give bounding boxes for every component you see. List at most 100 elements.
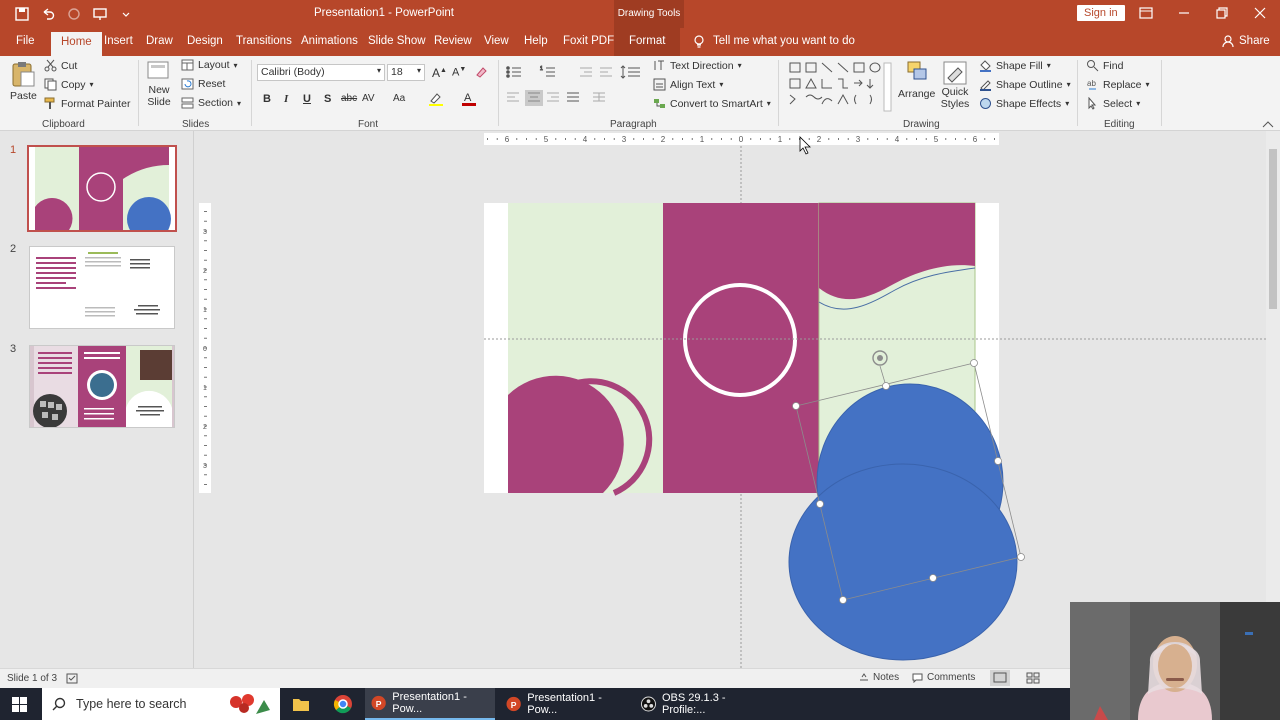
tab-format[interactable]: Format xyxy=(614,28,681,56)
sign-in-button[interactable]: Sign in xyxy=(1077,5,1125,21)
text-direction-button[interactable]: Text Direction ▾ xyxy=(653,59,742,72)
clear-formatting-button[interactable] xyxy=(474,65,488,79)
decrease-font-button[interactable]: A▼ xyxy=(452,66,466,79)
replace-button[interactable]: ab Replace ▾ xyxy=(1086,78,1150,91)
slide-thumbnail-2[interactable] xyxy=(29,246,175,329)
notes-icon xyxy=(860,672,868,680)
tab-foxit-pdf[interactable]: Foxit PDF xyxy=(563,35,614,47)
close-icon[interactable] xyxy=(1254,6,1266,20)
highlight-button[interactable] xyxy=(428,92,444,106)
blue-circle-front[interactable] xyxy=(788,463,1018,661)
left-green-panel[interactable] xyxy=(508,203,663,493)
tab-help[interactable]: Help xyxy=(524,35,548,47)
slide-thumbnail-1[interactable] xyxy=(27,145,177,232)
cut-label: Cut xyxy=(61,59,78,72)
reset-button[interactable]: Reset xyxy=(181,78,225,90)
drawing-group-label: Drawing xyxy=(903,119,940,130)
format-painter-button[interactable]: Format Painter xyxy=(44,97,130,110)
change-case-button[interactable]: Aa xyxy=(393,93,405,104)
right-green-panel[interactable] xyxy=(818,202,976,494)
copy-button[interactable]: Copy ▾ xyxy=(44,78,94,91)
vertical-scrollbar[interactable] xyxy=(1266,131,1280,668)
slide-sorter-icon[interactable] xyxy=(1026,672,1040,684)
spelling-check-icon[interactable] xyxy=(66,673,78,684)
select-button[interactable]: Select ▾ xyxy=(1086,97,1140,110)
find-button[interactable]: Find xyxy=(1086,59,1123,72)
comments-button[interactable]: Comments xyxy=(912,672,975,683)
font-name-combo[interactable]: Calibri (Body) ▾ xyxy=(257,64,385,81)
tab-insert[interactable]: Insert xyxy=(104,35,133,47)
shape-outline-button[interactable]: Shape Outline ▾ xyxy=(979,78,1071,91)
tab-file[interactable]: File xyxy=(16,35,35,47)
slide-background[interactable] xyxy=(484,203,999,493)
slide-thumbnail-3[interactable] xyxy=(29,345,175,428)
center-ring[interactable] xyxy=(683,283,797,397)
minimize-icon[interactable] xyxy=(1178,6,1190,20)
font-size-combo[interactable]: 18 ▾ xyxy=(387,64,425,81)
arrange-button[interactable]: Arrange xyxy=(898,60,935,100)
wave-line[interactable] xyxy=(818,267,976,310)
undo-icon[interactable] xyxy=(40,6,56,22)
increase-font-button[interactable]: A▲ xyxy=(432,66,447,80)
font-color-button[interactable]: A xyxy=(461,91,477,106)
rotation-handle-icon[interactable] xyxy=(872,350,888,366)
scrollbar-thumb[interactable] xyxy=(1269,149,1277,309)
shape-effects-button[interactable]: Shape Effects ▾ xyxy=(979,97,1069,110)
new-slide-button[interactable]: New Slide xyxy=(146,60,172,108)
align-text-button[interactable]: Align Text ▾ xyxy=(653,78,723,91)
share-button[interactable]: Share xyxy=(1222,35,1270,48)
normal-view-button[interactable] xyxy=(990,670,1010,686)
windows-start-icon[interactable] xyxy=(12,697,27,712)
tell-me-box[interactable]: Tell me what you want to do xyxy=(693,35,855,49)
left-arc-outline[interactable] xyxy=(566,378,653,496)
taskbar-search-box[interactable]: Type here to search xyxy=(42,688,280,720)
thumbnail-number: 1 xyxy=(10,144,17,156)
chevron-down-icon: ▾ xyxy=(737,61,742,70)
shapes-gallery[interactable] xyxy=(788,61,892,113)
layout-button[interactable]: Layout ▾ xyxy=(181,59,238,71)
tab-view[interactable]: View xyxy=(484,35,509,47)
tab-transitions[interactable]: Transitions xyxy=(236,35,292,47)
tab-review[interactable]: Review xyxy=(434,35,472,47)
convert-smartart-button[interactable]: Convert to SmartArt ▾ xyxy=(653,97,771,110)
tab-draw[interactable]: Draw xyxy=(146,35,173,47)
collapse-ribbon-icon[interactable] xyxy=(1262,120,1274,128)
text-shadow-button[interactable]: S xyxy=(324,93,331,105)
character-spacing-button[interactable]: AV xyxy=(362,93,375,104)
file-explorer-icon[interactable] xyxy=(292,696,310,712)
line-spacing-icon[interactable] xyxy=(620,64,642,80)
resize-handles[interactable] xyxy=(792,359,1025,604)
redo-icon[interactable] xyxy=(66,6,82,22)
strikethrough-button[interactable]: abc xyxy=(341,93,357,104)
tab-animations[interactable]: Animations xyxy=(301,35,358,47)
tab-home[interactable]: Home xyxy=(51,32,102,56)
blue-circle-back[interactable] xyxy=(816,383,1004,581)
center-magenta-panel[interactable] xyxy=(663,203,819,493)
shape-fill-button[interactable]: Shape Fill ▾ xyxy=(979,59,1051,72)
cut-button[interactable]: Cut xyxy=(44,59,77,72)
ribbon-display-options-icon[interactable] xyxy=(1139,6,1153,20)
taskbar-item-obs[interactable]: OBS 29.1.3 - Profile:... xyxy=(635,688,765,720)
tab-slide-show[interactable]: Slide Show xyxy=(368,35,426,47)
save-icon[interactable] xyxy=(14,6,30,22)
bold-button[interactable]: B xyxy=(263,93,271,105)
taskbar-item-powerpoint-2[interactable]: P Presentation1 - Pow... xyxy=(500,688,630,720)
flowers-icon xyxy=(230,694,270,714)
shape-effects-label: Shape Effects xyxy=(996,97,1062,110)
alignment-buttons-icon[interactable] xyxy=(505,90,625,106)
notes-button[interactable]: Notes xyxy=(859,672,899,683)
taskbar-item-powerpoint-1[interactable]: P Presentation1 - Pow... xyxy=(365,688,495,720)
italic-button[interactable]: I xyxy=(284,93,288,105)
underline-button[interactable]: U xyxy=(303,93,311,105)
chevron-down-icon: ▾ xyxy=(233,60,238,70)
presentation-icon[interactable] xyxy=(92,6,108,22)
chrome-icon[interactable] xyxy=(333,694,353,714)
section-button[interactable]: Section ▾ xyxy=(181,97,241,109)
quick-styles-button[interactable]: Quick Styles xyxy=(940,60,970,110)
paste-button[interactable]: Paste xyxy=(10,60,37,102)
customize-qat-icon[interactable] xyxy=(118,6,134,22)
right-wave-shape[interactable] xyxy=(819,203,975,300)
left-arc-shape[interactable] xyxy=(508,375,624,493)
tab-design[interactable]: Design xyxy=(187,35,223,47)
restore-icon[interactable] xyxy=(1216,6,1228,20)
